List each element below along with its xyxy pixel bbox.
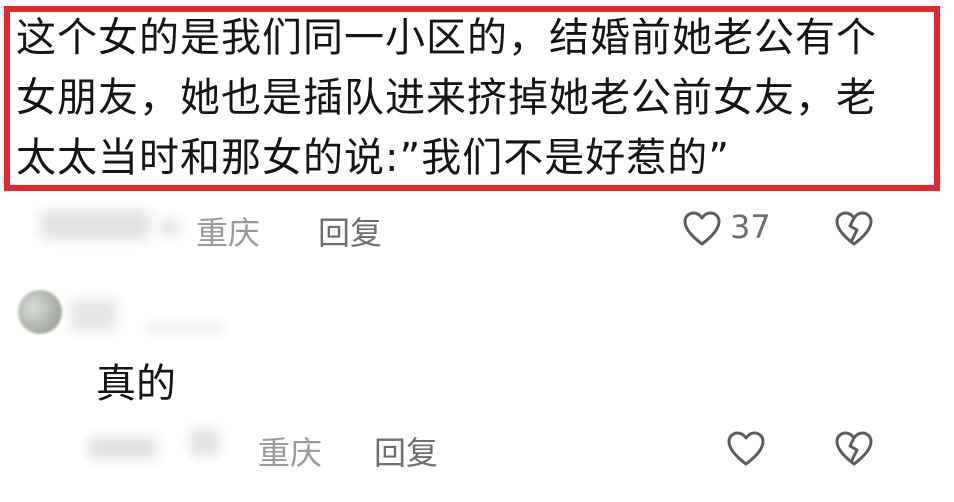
heart-outline-icon[interactable]: [682, 210, 722, 248]
comment-text: 这个女的是我们同一小区的，结婚前她老公有个 女朋友，她也是插队进来挤掉她老公前女…: [16, 15, 877, 181]
heart-outline-icon[interactable]: [726, 430, 766, 468]
blurred-username: [70, 298, 118, 332]
like-count: 37: [730, 208, 771, 246]
blurred-timestamp: [88, 436, 158, 460]
avatar[interactable]: [18, 290, 62, 334]
broken-heart-icon[interactable]: [834, 210, 874, 248]
blurred-timestamp-tail: [190, 428, 220, 456]
broken-heart-icon[interactable]: [834, 430, 874, 468]
comment-location: 重庆: [258, 434, 323, 472]
reply-comment-text: 真的: [96, 361, 176, 407]
blurred-username: [40, 210, 150, 240]
blurred-timestamp: [160, 218, 180, 236]
reply-button[interactable]: 回复: [374, 428, 438, 474]
comment-location: 重庆: [196, 214, 261, 252]
blurred-username-tail: [145, 322, 225, 334]
reply-button[interactable]: 回复: [318, 208, 382, 254]
